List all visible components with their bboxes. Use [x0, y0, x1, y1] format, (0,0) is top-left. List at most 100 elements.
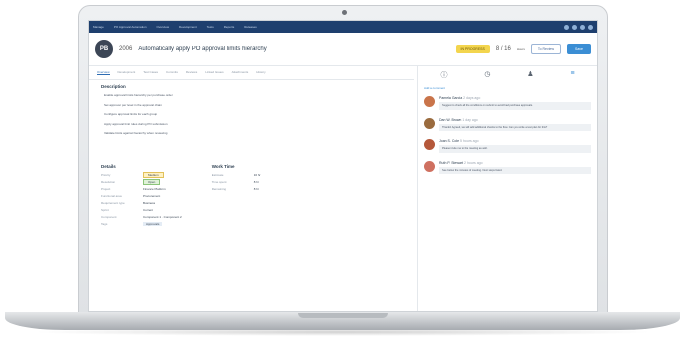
detail-value[interactable]: Approvals — [143, 222, 163, 227]
time-key: Time spent — [211, 180, 227, 185]
issue-title: Automatically apply PO approval limits h… — [138, 46, 267, 52]
avatar — [424, 96, 435, 107]
save-button[interactable]: Save — [567, 44, 591, 54]
detail-key: Requirement type — [101, 201, 125, 206]
list-icon[interactable]: ≡ — [570, 70, 574, 80]
issue-main: Overview Development Test Cases Commits … — [89, 66, 414, 311]
time-value: 8 hr — [253, 187, 259, 192]
description-line: Configure approval limits for each group — [104, 112, 158, 117]
comment-author: Joan S. Cole 5 hours ago — [439, 139, 479, 144]
details-section: Details Priority Medium Resolution Open Pr… — [89, 158, 414, 234]
detail-row: Functional area Procurement — [101, 193, 182, 200]
avatar — [424, 139, 435, 151]
time-row: Remaining 8 hr — [212, 186, 261, 193]
issue-id: 2006 — [119, 46, 133, 52]
nav-item[interactable]: Tests — [207, 25, 214, 29]
settings-icon[interactable] — [572, 24, 577, 30]
detail-key: Tags — [101, 222, 108, 227]
tab-test-cases[interactable]: Test Cases — [143, 70, 158, 75]
comment-text: Thanks! Agreed, we will add additional c… — [439, 123, 591, 132]
issue-avatar: PB — [95, 40, 113, 58]
tab-reviews[interactable]: Reviews — [186, 70, 197, 75]
comment: Dan W. Brown 1 day ago Thanks! Agreed, w… — [418, 114, 597, 136]
detail-key: Component — [101, 215, 117, 220]
detail-key: Functional area — [101, 194, 122, 199]
tab-commits[interactable]: Commits — [166, 70, 178, 75]
comment-text: Please invite me to the meeting as well. — [439, 145, 591, 153]
detail-value[interactable]: Finance Platform — [143, 187, 166, 191]
nav-item[interactable]: Overview — [157, 25, 170, 29]
detail-key: Project — [101, 187, 111, 192]
description-line: Apply approval limit rules during PO sub… — [104, 121, 168, 126]
top-nav: Manage PO Approval Automation Overview D… — [89, 21, 597, 33]
comment-text: See below the minutes of meeting. Next s… — [439, 166, 591, 175]
info-icon[interactable]: ⓘ — [440, 70, 447, 80]
comment-author: Ruth P. Stewart 2 hours ago — [439, 160, 483, 165]
detail-value[interactable]: Component 1 · Component 2 — [143, 215, 182, 219]
detail-row: Project Finance Platform — [101, 186, 182, 193]
app-screen: Manage PO Approval Automation Overview D… — [88, 20, 598, 312]
camera-icon — [342, 10, 347, 15]
add-comment-link[interactable]: Add a comment — [418, 84, 597, 92]
tab-linked-issues[interactable]: Linked Issues — [205, 70, 223, 75]
detail-value[interactable]: Current — [143, 208, 153, 212]
detail-key: Sprint — [101, 208, 109, 213]
estimate: 8 / 16 — [495, 46, 511, 52]
details-title: Details — [101, 163, 116, 169]
tab-history[interactable]: History — [256, 70, 265, 75]
tab-attachments[interactable]: Attachments — [232, 70, 249, 75]
issue-tabs: Overview Development Test Cases Commits … — [89, 66, 414, 80]
comment-author: Dan W. Brown 1 day ago — [439, 117, 478, 122]
help-icon[interactable] — [580, 24, 585, 30]
details-column: Details Priority Medium Resolution Open Pr… — [101, 164, 182, 228]
time-row: Time spent 8 hr — [212, 179, 261, 186]
comment-author: Pamela Garcia 2 days ago — [439, 96, 481, 100]
detail-value[interactable]: Business — [143, 201, 155, 205]
nav-icons — [564, 24, 593, 30]
detail-row: Sprint Current — [101, 207, 182, 214]
detail-row: Requirement type Business — [101, 200, 182, 207]
nav-item[interactable]: Manage — [93, 25, 104, 29]
detail-value[interactable]: Medium — [143, 172, 164, 179]
transition-select[interactable]: To Review — [530, 44, 562, 54]
nav-item[interactable]: Development — [179, 25, 197, 29]
time-row: Estimate 16 hr — [212, 172, 261, 179]
avatar — [424, 117, 435, 129]
status-badge[interactable]: IN PROGRESS — [455, 45, 490, 53]
comment: Joan S. Cole 5 hours ago Please invite m… — [418, 135, 597, 157]
detail-row: Resolution Open — [101, 179, 182, 186]
activity-panel: ⓘ ◷ ♟ ≡ Add a comment Pamela Garcia 2 da… — [417, 66, 597, 311]
description-line: Validate limits against hierarchy when r… — [104, 131, 168, 136]
detail-row: Priority Medium — [101, 172, 182, 179]
detail-key: Resolution — [101, 180, 116, 185]
detail-value[interactable]: Open — [143, 179, 161, 186]
people-icon[interactable]: ♟ — [527, 70, 533, 80]
detail-row: Component Component 1 · Component 2 — [101, 214, 182, 221]
estimate-unit: Hours — [516, 47, 525, 51]
comment-text: Suggest to check all the conditions on s… — [439, 102, 591, 110]
time-column: Work Time Estimate 16 hr Time spent 8 hr R… — [212, 164, 261, 228]
time-key: Estimate — [211, 173, 224, 178]
tab-overview[interactable]: Overview — [97, 70, 110, 75]
nav-item[interactable]: Releases — [244, 25, 257, 29]
tab-development[interactable]: Development — [118, 70, 136, 75]
laptop-notch — [298, 313, 388, 318]
detail-value[interactable]: Procurement — [143, 194, 160, 198]
time-value: 16 hr — [253, 173, 261, 178]
time-value: 8 hr — [253, 180, 259, 185]
issue-header: PB 2006 Automatically apply PO approval … — [89, 33, 597, 66]
search-icon[interactable] — [564, 24, 569, 30]
description-line: Enable approval limits hierarchy per pur… — [104, 93, 173, 97]
nav-item[interactable]: PO Approval Automation — [114, 25, 147, 29]
nav-item[interactable]: Reports — [224, 25, 235, 29]
detail-key: Priority — [101, 173, 111, 178]
description-section: Description Enable approval limits hiera… — [89, 80, 414, 142]
clock-icon[interactable]: ◷ — [484, 70, 490, 80]
description-line: Set approver per level in the approval c… — [104, 102, 162, 107]
time-title: Work Time — [211, 163, 235, 169]
user-avatar[interactable] — [588, 24, 593, 30]
time-key: Remaining — [211, 187, 227, 192]
avatar — [424, 160, 435, 172]
detail-row: Tags Approvals — [101, 221, 182, 228]
comment: Pamela Garcia 2 days ago Suggest to chec… — [418, 92, 597, 114]
